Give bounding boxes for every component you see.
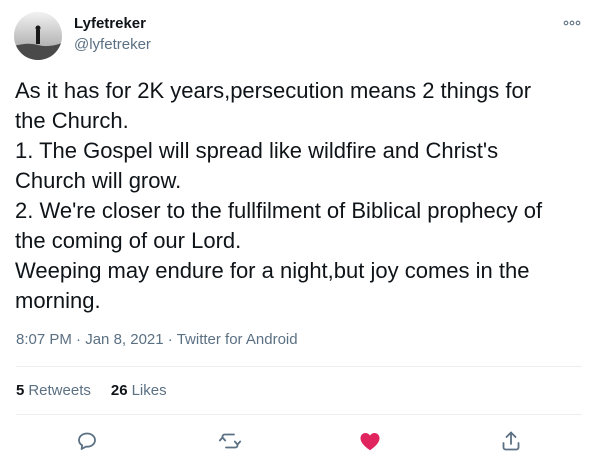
tweet-line: the coming of our Lord. bbox=[15, 228, 242, 253]
user-handle[interactable]: @lyfetreker bbox=[74, 36, 151, 53]
share-icon[interactable] bbox=[499, 429, 523, 453]
tweet-date[interactable]: Jan 8, 2021 bbox=[85, 331, 163, 348]
tweet-time[interactable]: 8:07 PM bbox=[16, 331, 72, 348]
meta-separator: · bbox=[167, 331, 177, 348]
heart-icon[interactable] bbox=[358, 429, 382, 453]
tweet-line: 1. The Gospel will spread like wildfire … bbox=[15, 138, 499, 163]
tweet-text: As it has for 2K years,persecution means… bbox=[15, 76, 585, 316]
divider bbox=[16, 414, 582, 415]
tweet-line: the Church. bbox=[15, 108, 129, 133]
tweet-card: Lyfetreker @lyfetreker As it has for 2K … bbox=[0, 0, 598, 464]
likes-label: Likes bbox=[131, 382, 167, 399]
tweet-line: Church will grow. bbox=[15, 168, 182, 193]
tweet-stats: 5 Retweets 26 Likes bbox=[16, 382, 167, 399]
tweet-meta: 8:07 PM · Jan 8, 2021 · Twitter for Andr… bbox=[16, 331, 298, 348]
retweets-label: Retweets bbox=[28, 382, 91, 399]
tweet-source[interactable]: Twitter for Android bbox=[177, 331, 298, 348]
tweet-line: morning. bbox=[15, 288, 101, 313]
retweet-icon[interactable] bbox=[218, 429, 242, 453]
reply-icon[interactable] bbox=[75, 429, 99, 453]
display-name[interactable]: Lyfetreker bbox=[74, 15, 146, 32]
tweet-line: 2. We're closer to the fullfilment of Bi… bbox=[15, 198, 543, 223]
likes-stat[interactable]: 26 Likes bbox=[111, 382, 167, 399]
divider bbox=[16, 366, 582, 367]
retweets-stat[interactable]: 5 Retweets bbox=[16, 382, 91, 399]
tweet-line: As it has for 2K years,persecution means… bbox=[15, 78, 532, 103]
likes-count: 26 bbox=[110, 382, 128, 399]
tweet-line: Weeping may endure for a night,but joy c… bbox=[15, 258, 530, 283]
more-options-icon[interactable] bbox=[563, 16, 581, 30]
retweets-count: 5 bbox=[16, 382, 25, 399]
meta-separator: · bbox=[76, 331, 86, 348]
tweet-actions bbox=[0, 423, 598, 459]
avatar[interactable] bbox=[14, 12, 62, 60]
